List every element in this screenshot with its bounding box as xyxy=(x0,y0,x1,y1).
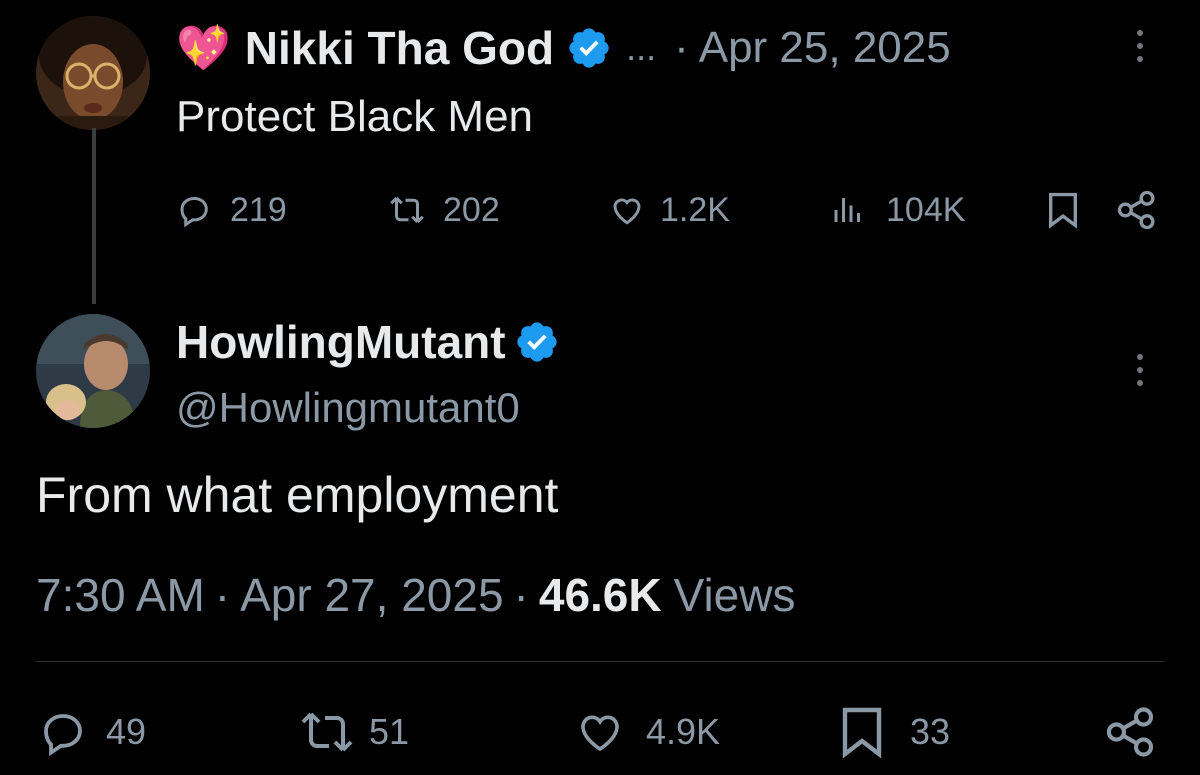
parent-bookmark-button[interactable] xyxy=(1044,190,1082,230)
dot xyxy=(1137,56,1143,62)
main-reply-count: 49 xyxy=(106,711,147,752)
tweet-time[interactable]: 7:30 AM xyxy=(36,568,205,622)
dot xyxy=(1137,380,1143,386)
bookmark-icon xyxy=(1049,192,1077,229)
howlingmutant-avatar[interactable] xyxy=(36,314,150,428)
parent-tweet-date[interactable]: Apr 25, 2025 xyxy=(699,23,951,73)
heart-icon xyxy=(581,715,619,752)
main-more-options-button[interactable] xyxy=(1137,354,1143,386)
reply-icon xyxy=(180,196,208,228)
parent-tweet-header: 💖 Nikki Tha God ... · Apr 25, 2025 xyxy=(176,20,951,76)
parent-views-button[interactable]: 104K xyxy=(828,188,965,232)
main-display-name[interactable]: HowlingMutant xyxy=(176,315,506,369)
parent-tweet-text: Protect Black Men xyxy=(176,92,534,141)
parent-like-button[interactable]: 1.2K xyxy=(608,188,730,232)
parent-repost-button[interactable]: 202 xyxy=(387,188,500,232)
header-separator: · xyxy=(674,23,689,72)
thread-connector-line xyxy=(92,128,96,304)
main-tweet-meta: 7:30 AM · Apr 27, 2025 · 46.6K Views xyxy=(36,568,795,622)
share-icon xyxy=(1106,707,1154,757)
parent-reply-count: 219 xyxy=(230,190,287,229)
main-repost-button[interactable]: 51 xyxy=(297,707,409,757)
views-count: 46.6K xyxy=(538,569,662,621)
repost-icon xyxy=(301,712,353,752)
parent-share-button[interactable] xyxy=(1115,190,1159,230)
verified-badge-icon xyxy=(569,28,609,68)
parent-more-options-button[interactable] xyxy=(1137,30,1143,62)
bookmark-icon xyxy=(842,707,882,759)
parent-view-count: 104K xyxy=(886,190,966,229)
share-icon xyxy=(1117,190,1155,230)
main-share-button[interactable] xyxy=(1102,707,1160,757)
divider xyxy=(36,661,1164,662)
main-reply-button[interactable]: 49 xyxy=(38,707,146,757)
meta-separator: · xyxy=(513,569,529,621)
main-like-count: 4.9K xyxy=(646,711,721,752)
dot xyxy=(1137,354,1143,360)
dot xyxy=(1137,367,1143,373)
main-tweet-text: From what employment xyxy=(36,467,559,523)
parent-display-name[interactable]: Nikki Tha God xyxy=(245,21,554,75)
name-truncation: ... xyxy=(626,27,657,68)
main-bookmark-button[interactable]: 33 xyxy=(838,705,950,759)
tweet-date[interactable]: Apr 27, 2025 xyxy=(240,568,503,622)
repost-icon xyxy=(390,196,424,224)
parent-reply-button[interactable]: 219 xyxy=(176,188,287,232)
main-tweet-author: HowlingMutant xyxy=(176,314,560,370)
meta-separator: · xyxy=(214,569,231,621)
reply-icon xyxy=(44,714,82,756)
main-like-button[interactable]: 4.9K xyxy=(572,707,720,757)
dot xyxy=(1137,43,1143,49)
views-bar-chart-icon xyxy=(834,198,860,222)
parent-repost-count: 202 xyxy=(443,190,500,229)
main-handle[interactable]: @Howlingmutant0 xyxy=(176,384,520,432)
verified-badge-icon xyxy=(516,322,557,362)
nikki-avatar[interactable] xyxy=(36,16,150,130)
main-bookmark-count: 33 xyxy=(910,711,951,752)
main-repost-count: 51 xyxy=(369,711,410,752)
dot xyxy=(1137,30,1143,36)
views-label: Views xyxy=(673,569,796,621)
sparkling-heart-emoji: 💖 xyxy=(176,24,231,73)
heart-icon xyxy=(613,198,641,225)
parent-like-count: 1.2K xyxy=(660,190,730,229)
